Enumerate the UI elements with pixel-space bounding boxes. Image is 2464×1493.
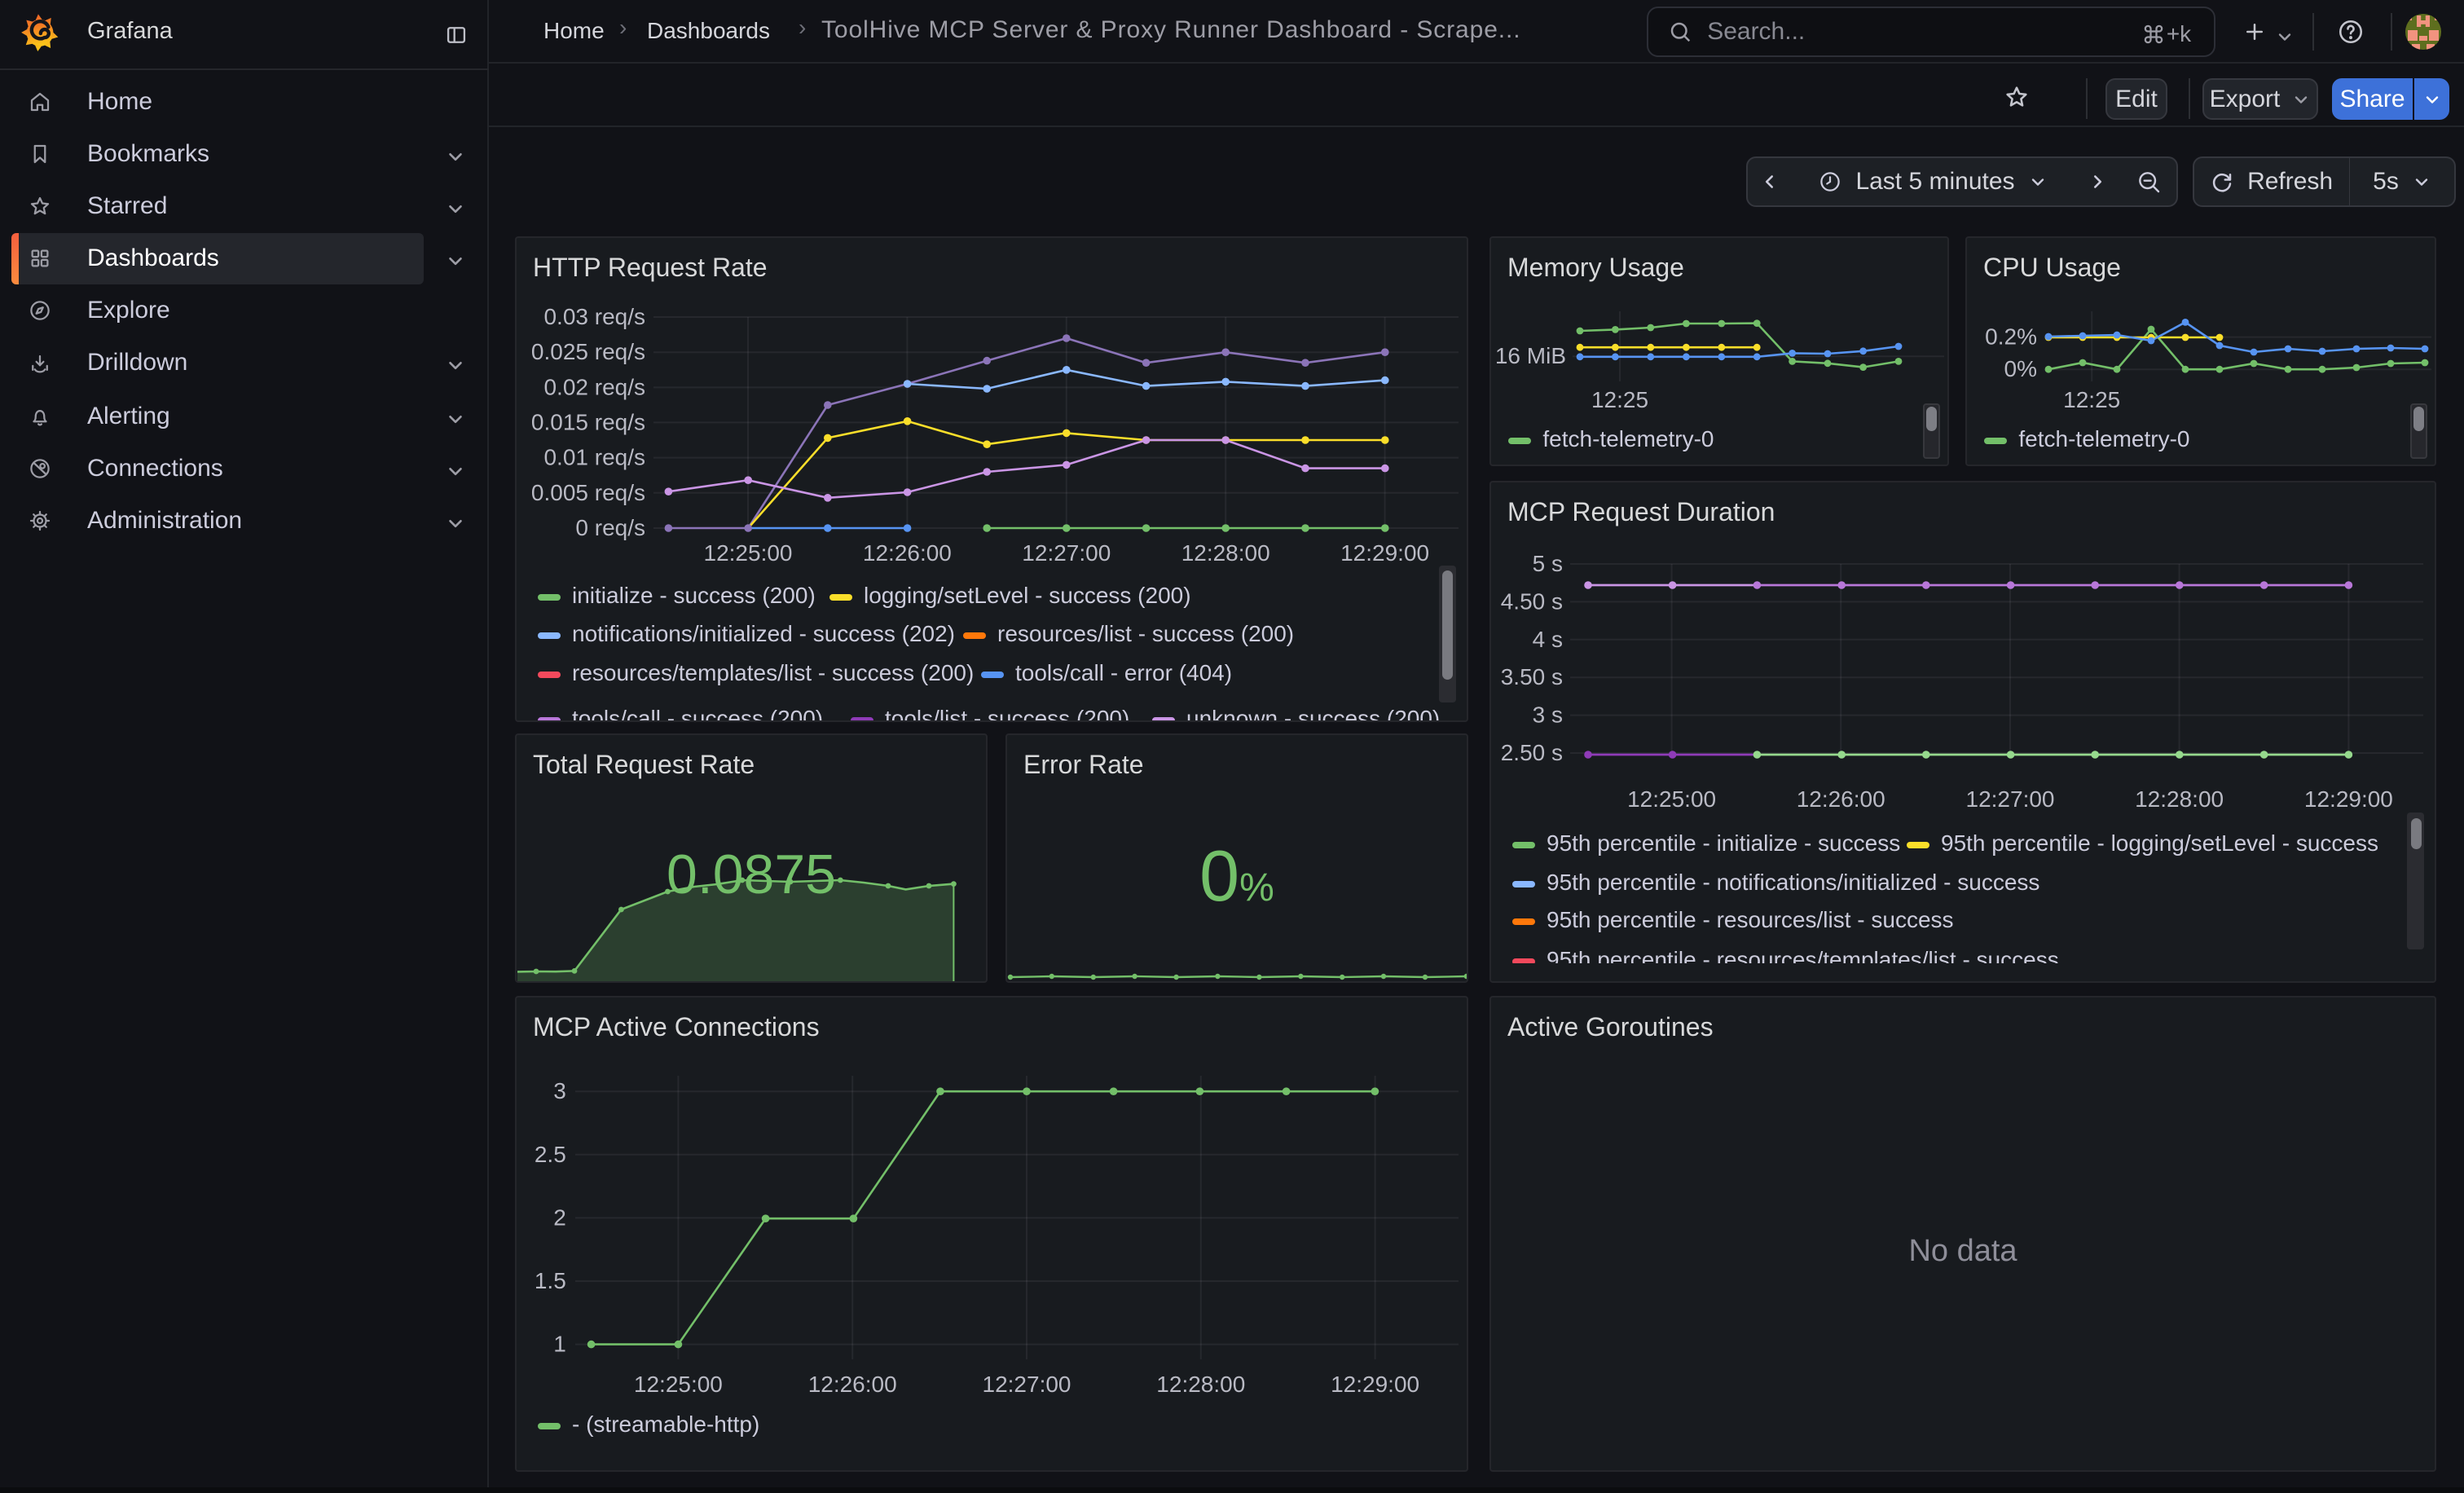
svg-text:1.5: 1.5 (535, 1268, 566, 1293)
svg-text:0 req/s: 0 req/s (575, 515, 645, 540)
svg-text:3.50 s: 3.50 s (1501, 664, 1563, 689)
svg-text:12:25:00: 12:25:00 (634, 1372, 723, 1397)
svg-text:0.2%: 0.2% (1985, 324, 2037, 350)
svg-text:0.01 req/s: 0.01 req/s (543, 445, 645, 470)
svg-text:0%: 0% (2004, 356, 2037, 381)
svg-text:0.015 req/s: 0.015 req/s (531, 409, 645, 434)
svg-text:12:25:00: 12:25:00 (1627, 786, 1716, 812)
svg-text:1: 1 (553, 1332, 566, 1357)
svg-text:12:25:00: 12:25:00 (704, 540, 793, 566)
svg-text:0.005 req/s: 0.005 req/s (531, 480, 645, 505)
svg-text:0.02 req/s: 0.02 req/s (543, 374, 645, 399)
svg-text:4 s: 4 s (1533, 627, 1563, 652)
svg-text:12:28:00: 12:28:00 (2135, 786, 2224, 812)
svg-text:3 s: 3 s (1533, 702, 1563, 728)
svg-text:12:28:00: 12:28:00 (1156, 1372, 1245, 1397)
svg-text:12:29:00: 12:29:00 (2304, 786, 2393, 812)
svg-text:0.03 req/s: 0.03 req/s (543, 304, 645, 329)
svg-text:12:26:00: 12:26:00 (863, 540, 952, 566)
svg-text:12:29:00: 12:29:00 (1331, 1372, 1419, 1397)
svg-text:12:25: 12:25 (1591, 387, 1648, 412)
svg-text:12:28:00: 12:28:00 (1181, 540, 1270, 566)
svg-text:12:29:00: 12:29:00 (1340, 540, 1429, 566)
svg-text:5 s: 5 s (1533, 551, 1563, 576)
svg-text:2: 2 (553, 1205, 566, 1230)
svg-text:12:26:00: 12:26:00 (1797, 786, 1885, 812)
svg-text:4.50 s: 4.50 s (1501, 588, 1563, 614)
svg-text:12:27:00: 12:27:00 (983, 1372, 1071, 1397)
svg-text:3: 3 (553, 1078, 566, 1103)
svg-text:12:26:00: 12:26:00 (808, 1372, 897, 1397)
svg-text:12:27:00: 12:27:00 (1022, 540, 1111, 566)
svg-text:0.025 req/s: 0.025 req/s (531, 339, 645, 364)
svg-text:12:25: 12:25 (2063, 387, 2120, 412)
svg-text:12:27:00: 12:27:00 (1966, 786, 2055, 812)
svg-text:16 MiB: 16 MiB (1495, 343, 1566, 368)
svg-text:2.50 s: 2.50 s (1501, 740, 1563, 765)
svg-text:2.5: 2.5 (535, 1142, 566, 1167)
